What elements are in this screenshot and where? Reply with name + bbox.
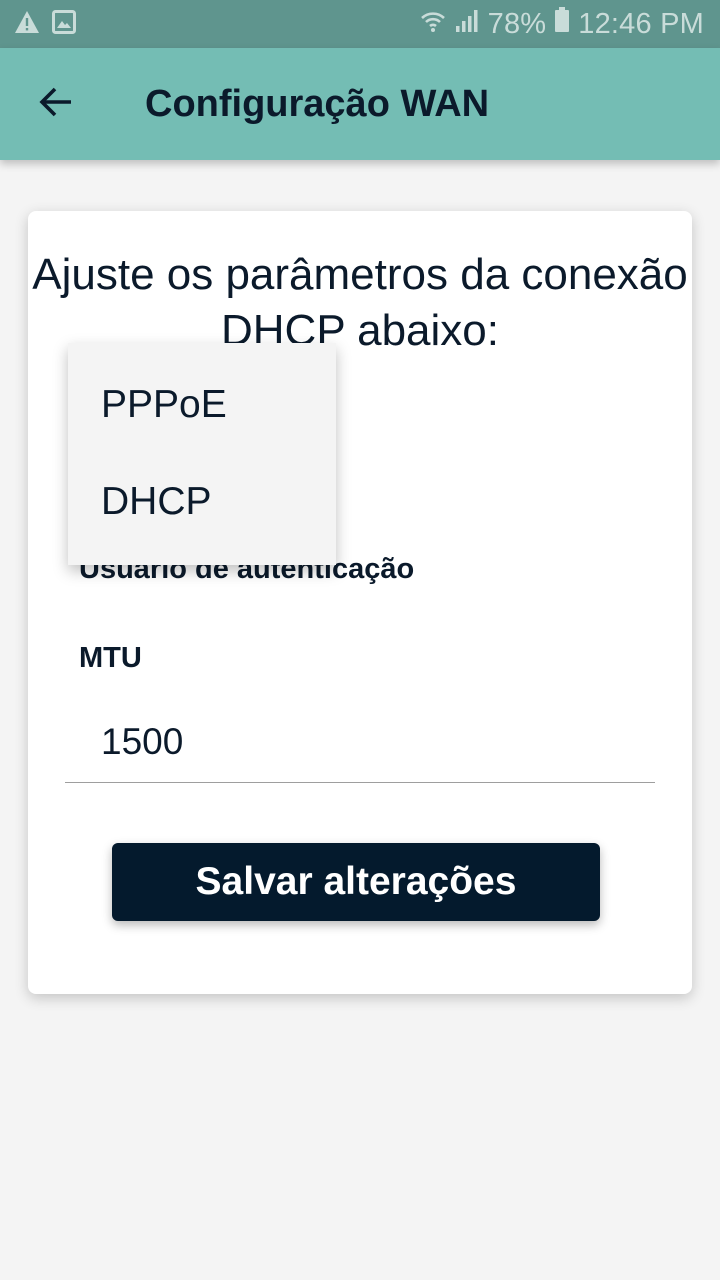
app-bar: Configuração WAN [0,48,720,160]
back-arrow-icon [38,86,74,123]
dropdown-option-dhcp[interactable]: DHCP [68,453,336,550]
connection-type-dropdown: PPPoE DHCP [68,343,336,565]
back-button[interactable] [26,74,86,134]
warning-icon [14,10,40,39]
status-right: 78% 12:46 PM [420,7,704,41]
save-button[interactable]: Salvar alterações [112,843,600,921]
status-time: 12:46 PM [578,7,704,40]
mtu-input[interactable] [65,701,655,783]
status-bar: 78% 12:46 PM [0,0,720,48]
battery-icon [554,7,570,41]
page-title: Configuração WAN [145,83,490,125]
status-left [14,9,76,39]
image-icon [52,9,76,39]
dropdown-option-pppoe[interactable]: PPPoE [68,356,336,453]
wifi-icon [420,8,446,41]
battery-percent: 78% [487,7,547,40]
settings-card: Ajuste os parâmetros da conexão DHCP aba… [28,211,692,994]
mtu-label: MTU [79,642,142,674]
signal-icon [454,8,480,41]
